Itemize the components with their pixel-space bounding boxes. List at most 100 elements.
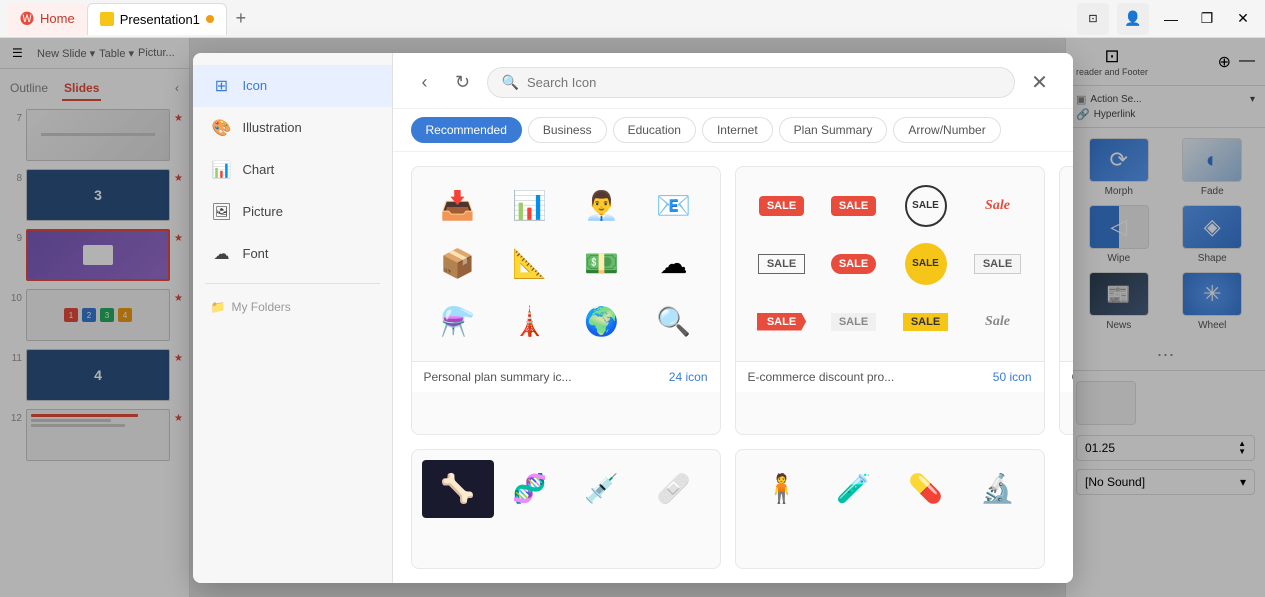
- icon-cell: 👨‍💼: [566, 177, 638, 235]
- icon-cell: ⚗️: [422, 293, 494, 351]
- unsaved-dot: [206, 15, 214, 23]
- modal-refresh-button[interactable]: ↻: [449, 68, 477, 96]
- icon-card-footer: Personal plan summary ic... 24 icon: [412, 361, 720, 392]
- icon-card-medical[interactable]: 🦴 🧬 💉 🩹: [411, 449, 721, 569]
- sale-tag-10: SALE: [831, 313, 876, 331]
- sale-cell: SALE: [818, 293, 890, 351]
- sale-tag-3: SALE: [905, 185, 947, 227]
- sale-cell: SALE: [890, 293, 962, 351]
- sale-cell: Sale: [962, 293, 1034, 351]
- modal-search-box[interactable]: 🔍: [487, 67, 1015, 98]
- icon-cell: 🦴: [422, 460, 494, 518]
- icon-cell: 💵: [566, 235, 638, 293]
- nav-chart-label: Chart: [243, 162, 275, 177]
- sale-tag-2: SALE: [831, 196, 876, 216]
- home-tab-label: Home: [40, 11, 75, 26]
- sale-cell: SALE: [746, 235, 818, 293]
- sale-tag-1: SALE: [759, 196, 804, 216]
- insert-icon-modal: ⊞ Icon 🎨 Illustration 📊 Chart 🖼 Picture …: [193, 53, 1073, 583]
- modal-close-button[interactable]: ✕: [1025, 67, 1055, 97]
- nav-divider: [205, 283, 380, 284]
- icon-cell: 💊: [890, 460, 962, 518]
- ppt-icon: [100, 12, 114, 26]
- minimize-button[interactable]: —: [1157, 5, 1185, 33]
- search-icon: 🔍: [502, 74, 519, 91]
- title-bar: 🅦 Home Presentation1 + ⊡ 👤 — ❐ ✕: [0, 0, 1265, 38]
- folder-icon: 📁: [211, 300, 226, 314]
- icon-cell: 🧪: [818, 460, 890, 518]
- sale-cell: SALE: [890, 235, 962, 293]
- icon-cell: 🧬: [494, 460, 566, 518]
- nav-font[interactable]: ☁ Font: [193, 233, 392, 275]
- sale-cell: SALE: [746, 293, 818, 351]
- sale-cell: SALE: [818, 177, 890, 235]
- window-mode-icon[interactable]: ⊡: [1077, 3, 1109, 35]
- sale-tag-9: SALE: [757, 313, 806, 331]
- icon-cell: 📊: [494, 177, 566, 235]
- nav-my-folders[interactable]: 📁 My Folders: [193, 292, 392, 322]
- icon-cell: 🔍: [638, 293, 710, 351]
- presentation-tab[interactable]: Presentation1: [87, 3, 227, 35]
- search-input[interactable]: [527, 75, 1000, 90]
- sale-tag-4: Sale: [985, 198, 1010, 214]
- card-title-car: Car and transport ic...: [1072, 370, 1073, 384]
- nav-my-folders-label: My Folders: [231, 300, 290, 314]
- card-title-ecommerce: E-commerce discount pro...: [748, 370, 895, 384]
- sale-cell: SALE: [818, 235, 890, 293]
- tab-arrow-number[interactable]: Arrow/Number: [893, 117, 1000, 143]
- nav-chart[interactable]: 📊 Chart: [193, 149, 392, 191]
- icon-cell: 🩹: [638, 460, 710, 518]
- card-title: Personal plan summary ic...: [424, 370, 572, 384]
- icon-grid-personal: 📥 📊 👨‍💼 📧 📦 📐 💵 ☁ ⚗️ 🗼 🌍 🔍: [412, 167, 720, 361]
- modal-back-button[interactable]: ‹: [411, 68, 439, 96]
- add-tab-button[interactable]: +: [227, 5, 255, 33]
- tab-internet[interactable]: Internet: [702, 117, 773, 143]
- icon-cell: 🚕: [1070, 235, 1073, 293]
- icon-cell: 🕐: [1070, 177, 1073, 235]
- sale-tag-8: SALE: [974, 254, 1021, 274]
- home-tab[interactable]: 🅦 Home: [8, 3, 87, 35]
- nav-picture[interactable]: 🖼 Picture: [193, 191, 392, 233]
- nav-icon-label: Icon: [243, 78, 268, 93]
- icon-card-footer-car: Car and transport ic... 32 icon: [1060, 361, 1073, 392]
- card-count-ecommerce: 50 icon: [993, 370, 1032, 384]
- icon-nav-icon: ⊞: [211, 75, 233, 97]
- modal-icon-content-row2: 🦴 🧬 💉 🩹 🧍 🧪 💊 🔬: [393, 449, 1073, 583]
- user-avatar[interactable]: 👤: [1117, 3, 1149, 35]
- icon-cell: 🗼: [494, 293, 566, 351]
- icon-cell: ☁: [638, 235, 710, 293]
- nav-illustration[interactable]: 🎨 Illustration: [193, 107, 392, 149]
- tab-plan-summary[interactable]: Plan Summary: [779, 117, 888, 143]
- icon-grid-medical: 🦴 🧬 💉 🩹: [412, 450, 720, 528]
- icon-card-personal-plan[interactable]: 📥 📊 👨‍💼 📧 📦 📐 💵 ☁ ⚗️ 🗼 🌍 🔍: [411, 166, 721, 435]
- modal-icon-content: 📥 📊 👨‍💼 📧 📦 📐 💵 ☁ ⚗️ 🗼 🌍 🔍: [393, 152, 1073, 449]
- tab-education[interactable]: Education: [613, 117, 696, 143]
- icon-cell: 🔄: [1070, 293, 1073, 351]
- icon-card-ecommerce[interactable]: SALE SALE SALE Sale SALE: [735, 166, 1045, 435]
- nav-illustration-label: Illustration: [243, 120, 302, 135]
- sale-tag-7: SALE: [905, 243, 947, 285]
- illustration-nav-icon: 🎨: [211, 117, 233, 139]
- icon-cell: 📐: [494, 235, 566, 293]
- sale-grid: SALE SALE SALE Sale SALE: [736, 167, 1044, 361]
- nav-icon[interactable]: ⊞ Icon: [193, 65, 392, 107]
- modal-overlay[interactable]: ⊞ Icon 🎨 Illustration 📊 Chart 🖼 Picture …: [0, 38, 1265, 597]
- sale-tag-12: Sale: [985, 314, 1010, 330]
- window-controls: ⊡ 👤 — ❐ ✕: [1077, 3, 1257, 35]
- sale-tag-5: SALE: [758, 254, 805, 274]
- sale-cell: SALE: [746, 177, 818, 235]
- chart-nav-icon: 📊: [211, 159, 233, 181]
- tab-recommended[interactable]: Recommended: [411, 117, 522, 143]
- nav-picture-label: Picture: [243, 204, 283, 219]
- sale-tag-11: SALE: [903, 313, 948, 331]
- tab-business[interactable]: Business: [528, 117, 607, 143]
- icon-card-extra[interactable]: 🧍 🧪 💊 🔬: [735, 449, 1045, 569]
- icon-cell: 🧍: [746, 460, 818, 518]
- icon-card-car[interactable]: 🕐 🅿 🚗 ⚙️ 🚕 ⚡ 🚌 🎯 🔄 ⚡ 🚙 🎯: [1059, 166, 1073, 435]
- modal-sidebar: ⊞ Icon 🎨 Illustration 📊 Chart 🖼 Picture …: [193, 53, 393, 583]
- icon-grid-car: 🕐 🅿 🚗 ⚙️ 🚕 ⚡ 🚌 🎯 🔄 ⚡ 🚙 🎯: [1060, 167, 1073, 361]
- restore-button[interactable]: ❐: [1193, 5, 1221, 33]
- card-count: 24 icon: [669, 370, 708, 384]
- close-button[interactable]: ✕: [1229, 5, 1257, 33]
- icon-cell: 🌍: [566, 293, 638, 351]
